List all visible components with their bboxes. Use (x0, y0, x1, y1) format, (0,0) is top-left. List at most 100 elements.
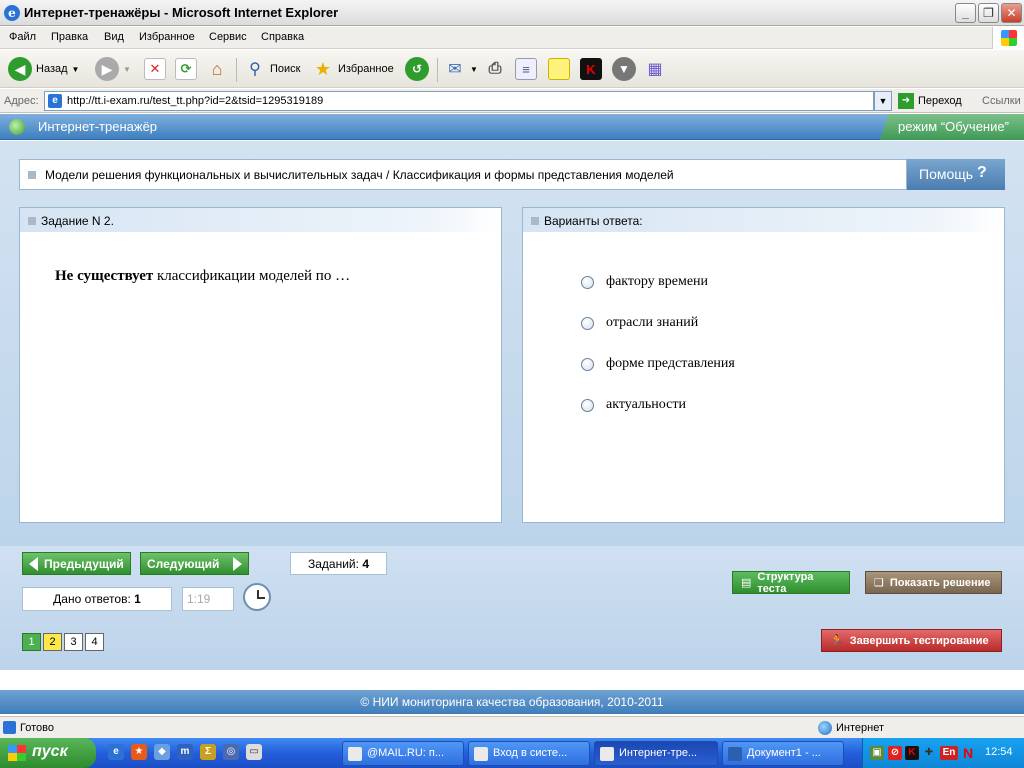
quicklaunch-app-icon[interactable]: ◎ (223, 744, 239, 760)
links-label[interactable]: Ссылки (982, 95, 1021, 107)
forward-button[interactable]: ▶ ▼ (95, 56, 131, 82)
taskbar-item-label: @MAIL.RU: п... (367, 747, 445, 759)
next-button[interactable]: Следующий (140, 552, 249, 575)
runner-icon: 🏃 (830, 635, 844, 647)
print-icon: ⎙ (488, 60, 502, 77)
finish-button[interactable]: 🏃 Завершить тестирование (821, 629, 1002, 652)
shield-button[interactable]: ▼ (612, 56, 636, 82)
globe-icon (9, 119, 25, 135)
quicklaunch-desktop-icon[interactable]: ▭ (246, 744, 262, 760)
quicklaunch-app-icon[interactable]: m (177, 744, 193, 760)
page-number-2[interactable]: 2 (43, 633, 62, 651)
tray-antivirus-icon[interactable]: ⊘ (888, 746, 902, 760)
notes-button[interactable] (548, 56, 570, 82)
page-number-1[interactable]: 1 (22, 633, 41, 651)
page-number-4[interactable]: 4 (85, 633, 104, 651)
tray-plus-icon[interactable]: ✚ (922, 746, 936, 760)
quicklaunch-app-icon[interactable]: ★ (131, 744, 147, 760)
radio-button[interactable] (581, 316, 594, 330)
taskbar-item-mail[interactable]: @MAIL.RU: п... (342, 741, 464, 766)
forward-dropdown-icon[interactable]: ▼ (123, 65, 131, 74)
star-icon: ★ (314, 58, 332, 79)
quicklaunch-ie-icon[interactable]: e (108, 744, 124, 760)
question-emphasis: Не существует (55, 268, 154, 284)
menu-help[interactable]: Справка (261, 31, 304, 43)
address-dropdown-icon[interactable]: ▼ (874, 91, 892, 111)
kaspersky-button[interactable]: K (580, 56, 602, 82)
site-header: Интернет-тренажёр (0, 114, 1024, 140)
radio-button[interactable] (581, 357, 594, 371)
mail-dropdown-icon[interactable]: ▼ (470, 65, 478, 74)
home-button[interactable]: ⌂ (206, 56, 228, 82)
edit-icon: ≡ (515, 58, 537, 80)
answer-label: актуальности (606, 397, 686, 412)
refresh-button[interactable]: ⟳ (175, 56, 197, 82)
quicklaunch-app-icon[interactable]: ◆ (154, 744, 170, 760)
answer-option-1[interactable]: фактору времени (581, 274, 708, 290)
question-rest: классификации моделей по … (153, 268, 351, 284)
answer-option-2[interactable]: отрасли знаний (581, 315, 698, 331)
tasks-count: 4 (362, 557, 369, 571)
left-arrow-icon (29, 556, 38, 571)
go-button[interactable]: ➜ Переход (898, 93, 962, 109)
menu-view[interactable]: Вид (104, 31, 124, 43)
maximize-button[interactable]: ❐ (978, 3, 999, 23)
taskbar-item-document[interactable]: Документ1 - ... (722, 741, 844, 766)
prev-button[interactable]: Предыдущий (22, 552, 131, 575)
back-dropdown-icon[interactable]: ▼ (72, 65, 80, 74)
menu-edit[interactable]: Правка (51, 31, 88, 43)
address-bar: Адрес: e http://tt.i-exam.ru/test_tt.php… (0, 89, 1024, 113)
edit-button[interactable]: ≡ (515, 56, 537, 82)
toolbar: ◀ Назад ▼ ▶ ▼ ✕ ⟳ ⌂ ⚲ Поиск ★ Избранное … (0, 50, 1024, 88)
mail-button[interactable]: ✉ ▼ (444, 56, 478, 82)
favorites-label: Избранное (338, 63, 394, 75)
back-arrow-icon: ◀ (8, 57, 32, 81)
start-label: пуск (32, 743, 68, 760)
address-input[interactable]: e http://tt.i-exam.ru/test_tt.php?id=2&t… (44, 91, 874, 111)
mode-badge: режим “Обучение” (880, 114, 1024, 140)
menu-file[interactable]: Файл (9, 31, 36, 43)
help-label: Помощь (919, 166, 974, 182)
answer-label: фактору времени (606, 274, 709, 289)
taskbar-item-label: Документ1 - ... (747, 747, 821, 759)
radio-button[interactable] (581, 275, 594, 289)
mail-icon: ✉ (448, 61, 462, 78)
radio-button[interactable] (581, 398, 594, 412)
answer-option-4[interactable]: актуальности (581, 397, 686, 413)
back-button[interactable]: ◀ Назад ▼ (8, 56, 79, 82)
tray-kaspersky-icon[interactable]: K (905, 746, 919, 760)
task-panel: Задание N 2. Не существует классификации… (19, 207, 502, 523)
answers-panel-header: Варианты ответа: (523, 208, 1004, 232)
task-number: Задание N 2. (41, 214, 114, 228)
menu-favorites[interactable]: Избранное (139, 31, 195, 43)
research-button[interactable]: ▦ (644, 56, 666, 82)
note-icon (548, 58, 570, 80)
start-button[interactable]: пуск (0, 738, 96, 768)
page-number-3[interactable]: 3 (64, 633, 83, 651)
toolbar-separator (437, 58, 438, 82)
taskbar-item-trainer[interactable]: Интернет-тре... (594, 741, 718, 766)
minimize-button[interactable]: _ (955, 3, 976, 23)
next-label: Следующий (147, 556, 220, 571)
history-button[interactable]: ↺ (405, 56, 429, 82)
structure-button[interactable]: ▤ Структура теста (732, 571, 850, 595)
bullet-icon (28, 217, 36, 225)
answers-title: Варианты ответа: (544, 214, 643, 228)
quicklaunch-sigma-icon[interactable]: Σ (200, 744, 216, 760)
stop-button[interactable]: ✕ (144, 56, 166, 82)
search-button[interactable]: ⚲ Поиск (244, 56, 300, 82)
help-button[interactable]: Помощь ? (907, 159, 1005, 190)
tray-app-icon[interactable]: N (961, 746, 975, 760)
tray-network-icon[interactable]: ▣ (870, 746, 884, 760)
answered-label: Дано ответов: (53, 592, 131, 606)
tray-language-indicator[interactable]: En (940, 746, 958, 760)
right-arrow-icon (233, 556, 242, 571)
menu-tools[interactable]: Сервис (209, 31, 247, 43)
back-label: Назад (36, 63, 68, 75)
favorites-button[interactable]: ★ Избранное (312, 56, 394, 82)
answer-option-3[interactable]: форме представления (581, 356, 735, 372)
close-button[interactable]: ✕ (1001, 3, 1022, 23)
taskbar-item-login[interactable]: Вход в систе... (468, 741, 590, 766)
solution-button[interactable]: ❑ Показать решение (865, 571, 1002, 594)
print-button[interactable]: ⎙ (484, 56, 506, 82)
